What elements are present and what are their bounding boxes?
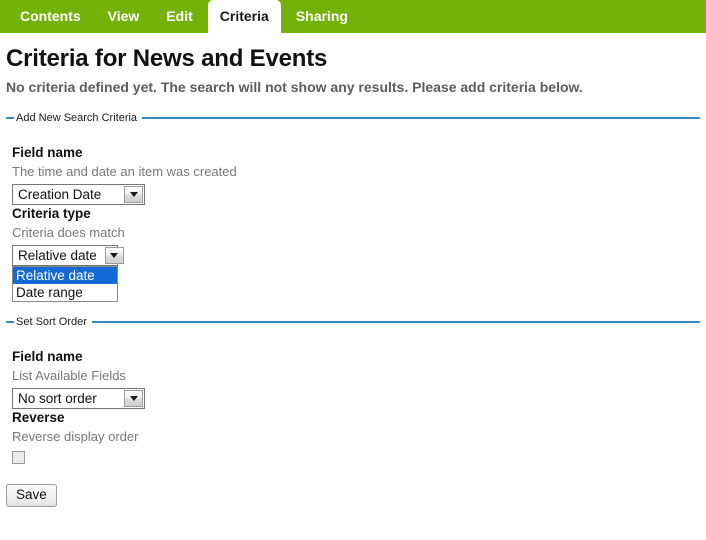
criteria-type-option-list: Relative date Date range [12,266,118,302]
criteria-type-option-date-range[interactable]: Date range [13,284,117,301]
page-description: No criteria defined yet. The search will… [6,79,583,95]
reverse-label: Reverse [12,410,65,425]
reverse-help: Reverse display order [12,429,139,444]
tab-edit[interactable]: Edit [154,0,204,33]
criteria-type-dropdown-wrapper: Relative date Relative date Date range [12,242,124,302]
tab-view[interactable]: View [96,0,152,33]
page-title: Criteria for News and Events [6,45,328,72]
add-criteria-body: Field name The time and date an item was… [6,124,700,302]
add-criteria-legend-label: Add New Search Criteria [16,112,138,124]
criteria-field-name-help: The time and date an item was created [12,164,237,179]
criteria-type-help: Criteria does match [12,225,125,240]
add-criteria-legend-row: Add New Search Criteria [6,112,700,124]
criteria-type-label: Criteria type [12,206,91,221]
chevron-down-icon[interactable] [104,247,124,264]
tab-contents[interactable]: Contents [8,0,93,33]
criteria-field-name-label: Field name [12,145,83,160]
sort-field-name-select[interactable]: No sort order [12,388,145,409]
sort-field-name-help: List Available Fields [12,368,126,383]
save-button[interactable]: Save [6,484,57,507]
sort-field-name-label: Field name [12,349,83,364]
criteria-type-select[interactable]: Relative date [12,245,124,266]
sort-field-name-value: No sort order [18,391,97,406]
reverse-display-order-checkbox[interactable] [12,451,25,464]
legend-stub-left [6,321,14,323]
criteria-type-option-relative-date[interactable]: Relative date [13,267,117,284]
add-new-search-criteria-fieldset: Add New Search Criteria Field name The t… [6,112,700,302]
criteria-field-name-select[interactable]: Creation Date [12,184,145,205]
set-sort-order-fieldset: Set Sort Order Field name List Available… [6,316,700,464]
legend-rule [91,321,700,323]
criteria-field-name-value: Creation Date [18,187,102,202]
sort-order-legend-label: Set Sort Order [16,316,87,328]
criteria-type-value: Relative date [18,248,97,263]
chevron-down-icon[interactable] [124,390,143,407]
primary-tab-bar: Contents View Edit Criteria Sharing [0,0,706,33]
tab-criteria[interactable]: Criteria [207,0,281,33]
tab-sharing[interactable]: Sharing [284,0,360,33]
chevron-down-icon[interactable] [124,186,143,203]
legend-rule [142,117,700,119]
sort-order-legend-row: Set Sort Order [6,316,700,328]
sort-order-body: Field name List Available Fields No sort… [6,328,700,464]
legend-stub-left [6,117,14,119]
